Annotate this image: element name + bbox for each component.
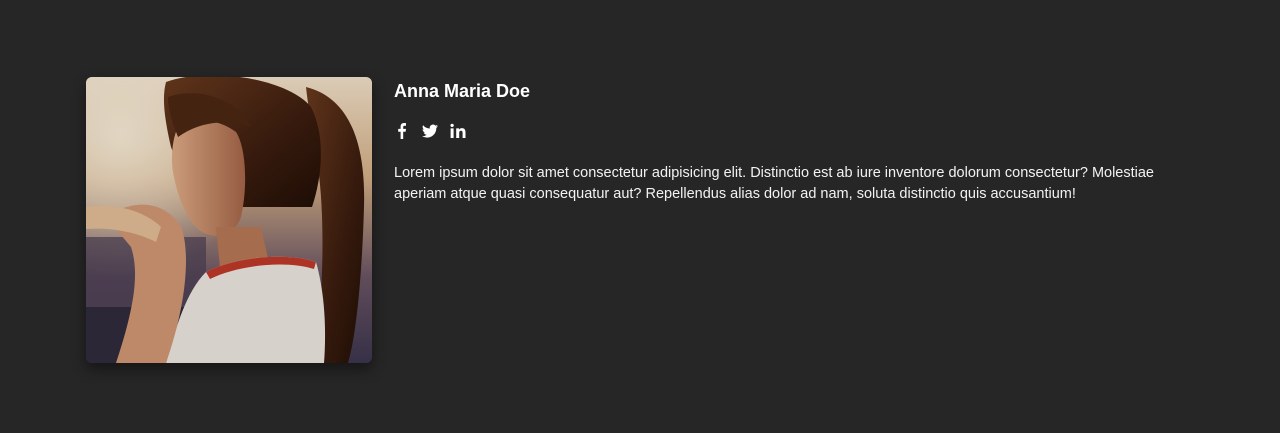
profile-card: Anna Maria Doe Lorem ipsum dolor sit ame… [86,77,1196,363]
facebook-link[interactable] [394,123,410,139]
profile-bio: Lorem ipsum dolor sit amet consectetur a… [394,165,1154,202]
profile-photo [86,77,372,363]
profile-name: Anna Maria Doe [394,81,531,101]
twitter-icon [422,124,438,138]
twitter-link[interactable] [422,123,438,139]
social-links [394,123,466,139]
facebook-icon [398,123,406,139]
linkedin-icon [450,123,466,138]
linkedin-link[interactable] [450,123,466,139]
